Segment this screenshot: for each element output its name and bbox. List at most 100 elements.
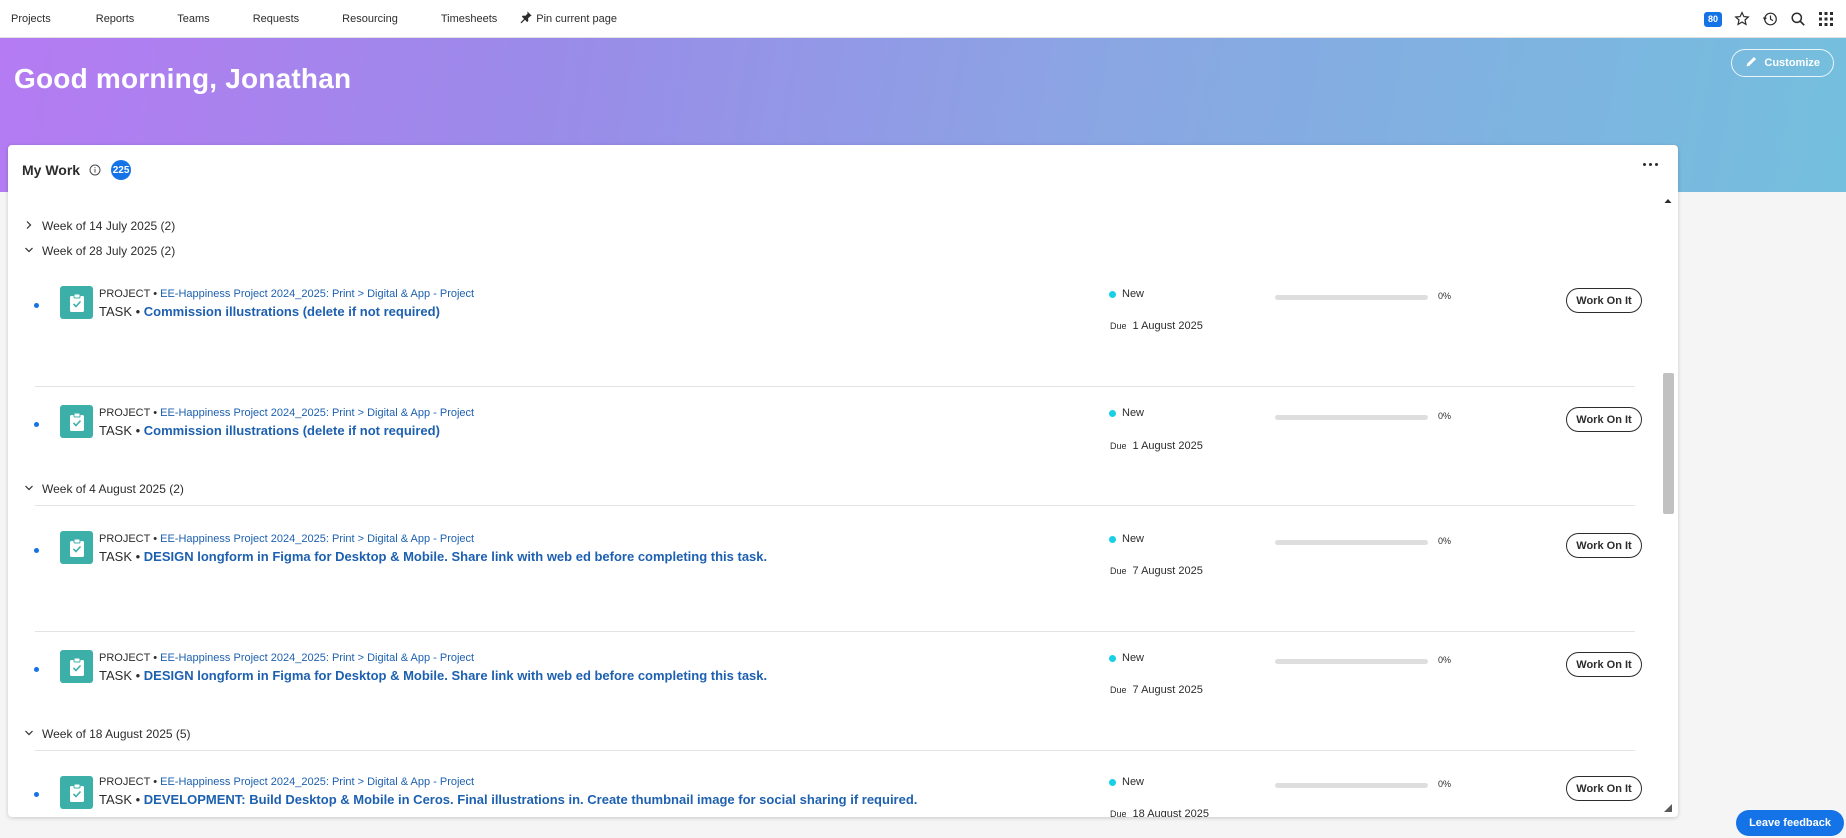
- top-navigation: Projects Reports Teams Requests Resourci…: [0, 0, 1846, 38]
- progress-percent: 0%: [1438, 655, 1452, 665]
- pin-current-page-label: Pin current page: [536, 12, 617, 25]
- progress-percent: 0%: [1438, 411, 1452, 421]
- group-label: Week of 18 August 2025 (5): [42, 727, 191, 741]
- nav-resourcing[interactable]: Resourcing: [331, 13, 398, 25]
- status-badge: New: [1109, 776, 1144, 788]
- notification-badge[interactable]: 80: [1703, 11, 1722, 27]
- pin-current-page-button[interactable]: Pin current page: [519, 10, 617, 27]
- project-link[interactable]: EE-Happiness Project 2024_2025: Print > …: [160, 533, 474, 545]
- unread-dot: [34, 548, 39, 553]
- project-line: PROJECT • EE-Happiness Project 2024_2025…: [99, 533, 475, 545]
- due-date: Due 7 August 2025: [1110, 565, 1203, 577]
- row-divider: [35, 750, 1635, 751]
- task-line: TASK • Commission illustrations (delete …: [99, 304, 440, 319]
- nav-timesheets[interactable]: Timesheets: [430, 13, 497, 25]
- group-label: Week of 28 July 2025 (2): [42, 244, 176, 258]
- clipboard-check-icon: [60, 531, 93, 564]
- progress-percent: 0%: [1438, 779, 1452, 789]
- scrollbar-thumb[interactable]: [1663, 373, 1674, 514]
- greeting-title: Good morning, Jonathan: [14, 63, 352, 94]
- my-work-title: My Work: [22, 162, 81, 178]
- due-date: Due 7 August 2025: [1110, 684, 1203, 696]
- work-on-it-button[interactable]: Work On It: [1566, 776, 1642, 801]
- status-badge: New: [1109, 652, 1144, 664]
- nav-teams[interactable]: Teams: [166, 13, 209, 25]
- task-line: TASK • DESIGN longform in Figma for Desk…: [99, 668, 768, 683]
- chevron-down-icon: [24, 244, 34, 258]
- clipboard-check-icon: [60, 286, 93, 319]
- list-scrollbar[interactable]: [1662, 195, 1674, 817]
- unread-dot: [34, 667, 39, 672]
- work-on-it-button[interactable]: Work On It: [1566, 407, 1642, 432]
- leave-feedback-button[interactable]: Leave feedback: [1736, 810, 1844, 836]
- group-week-28-july[interactable]: Week of 28 July 2025 (2): [24, 244, 175, 258]
- project-line: PROJECT • EE-Happiness Project 2024_2025…: [99, 652, 475, 664]
- work-on-it-button[interactable]: Work On It: [1566, 533, 1642, 558]
- star-icon[interactable]: [1734, 11, 1750, 27]
- group-week-18-august[interactable]: Week of 18 August 2025 (5): [24, 727, 191, 741]
- apps-grid-icon[interactable]: [1818, 11, 1834, 27]
- project-link[interactable]: EE-Happiness Project 2024_2025: Print > …: [160, 288, 474, 300]
- list-item[interactable]: PROJECT • EE-Happiness Project 2024_2025…: [28, 755, 1642, 817]
- progress-bar: [1275, 415, 1428, 420]
- project-line: PROJECT • EE-Happiness Project 2024_2025…: [99, 288, 475, 300]
- status-badge: New: [1109, 288, 1144, 300]
- project-link[interactable]: EE-Happiness Project 2024_2025: Print > …: [160, 652, 474, 664]
- work-on-it-button[interactable]: Work On It: [1566, 652, 1642, 677]
- scroll-up-arrow-icon[interactable]: [1664, 197, 1672, 205]
- chevron-down-icon: [24, 727, 34, 741]
- my-work-count-badge: 225: [111, 160, 132, 180]
- task-line: TASK • DEVELOPMENT: Build Desktop & Mobi…: [99, 792, 918, 807]
- task-link[interactable]: Commission illustrations (delete if not …: [144, 423, 440, 438]
- task-link[interactable]: DEVELOPMENT: Build Desktop & Mobile in C…: [144, 792, 918, 807]
- task-line: TASK • DESIGN longform in Figma for Desk…: [99, 549, 768, 564]
- task-line: TASK • Commission illustrations (delete …: [99, 423, 440, 438]
- nav-reports[interactable]: Reports: [85, 13, 135, 25]
- list-item[interactable]: PROJECT • EE-Happiness Project 2024_2025…: [28, 511, 1642, 632]
- row-divider: [35, 505, 1635, 506]
- nav-requests[interactable]: Requests: [242, 13, 299, 25]
- progress-bar: [1275, 659, 1428, 664]
- progress-percent: 0%: [1438, 291, 1452, 301]
- group-week-4-august[interactable]: Week of 4 August 2025 (2): [24, 482, 184, 496]
- group-label: Week of 14 July 2025 (2): [42, 219, 176, 233]
- project-line: PROJECT • EE-Happiness Project 2024_2025…: [99, 407, 475, 419]
- chevron-down-icon: [24, 482, 34, 496]
- list-item[interactable]: PROJECT • EE-Happiness Project 2024_2025…: [28, 631, 1642, 751]
- task-link[interactable]: DESIGN longform in Figma for Desktop & M…: [144, 549, 767, 564]
- progress-bar: [1275, 540, 1428, 545]
- nav-projects[interactable]: Projects: [0, 13, 51, 25]
- my-work-card: My Work 225 Week of 14 July 2025 (2) Wee…: [8, 145, 1678, 817]
- work-list: Week of 14 July 2025 (2) Week of 28 July…: [8, 195, 1660, 817]
- due-date: Due 1 August 2025: [1110, 440, 1203, 452]
- task-link[interactable]: DESIGN longform in Figma for Desktop & M…: [144, 668, 767, 683]
- nav-right-tools: 80: [1703, 0, 1834, 38]
- unread-dot: [34, 422, 39, 427]
- unread-dot: [34, 792, 39, 797]
- resize-handle-icon[interactable]: [1663, 803, 1673, 813]
- info-icon[interactable]: [89, 164, 101, 176]
- project-line: PROJECT • EE-Happiness Project 2024_2025…: [99, 776, 475, 788]
- chevron-right-icon: [24, 219, 34, 233]
- group-week-14-july[interactable]: Week of 14 July 2025 (2): [24, 219, 175, 233]
- list-item[interactable]: PROJECT • EE-Happiness Project 2024_2025…: [28, 385, 1642, 506]
- history-icon[interactable]: [1762, 11, 1778, 27]
- project-link[interactable]: EE-Happiness Project 2024_2025: Print > …: [160, 407, 474, 419]
- customize-button[interactable]: Customize: [1731, 49, 1834, 77]
- due-date: Due 18 August 2025: [1110, 808, 1209, 817]
- clipboard-check-icon: [60, 405, 93, 438]
- clipboard-check-icon: [60, 776, 93, 809]
- work-on-it-button[interactable]: Work On It: [1566, 288, 1642, 313]
- progress-percent: 0%: [1438, 536, 1452, 546]
- project-link[interactable]: EE-Happiness Project 2024_2025: Print > …: [160, 776, 474, 788]
- pencil-icon: [1745, 55, 1758, 71]
- search-icon[interactable]: [1790, 11, 1806, 27]
- list-item[interactable]: PROJECT • EE-Happiness Project 2024_2025…: [28, 265, 1642, 387]
- customize-label: Customize: [1764, 57, 1820, 69]
- unread-dot: [34, 303, 39, 308]
- clipboard-check-icon: [60, 650, 93, 683]
- progress-bar: [1275, 295, 1428, 300]
- status-badge: New: [1109, 407, 1144, 419]
- task-link[interactable]: Commission illustrations (delete if not …: [144, 304, 440, 319]
- more-icon[interactable]: [1643, 163, 1658, 166]
